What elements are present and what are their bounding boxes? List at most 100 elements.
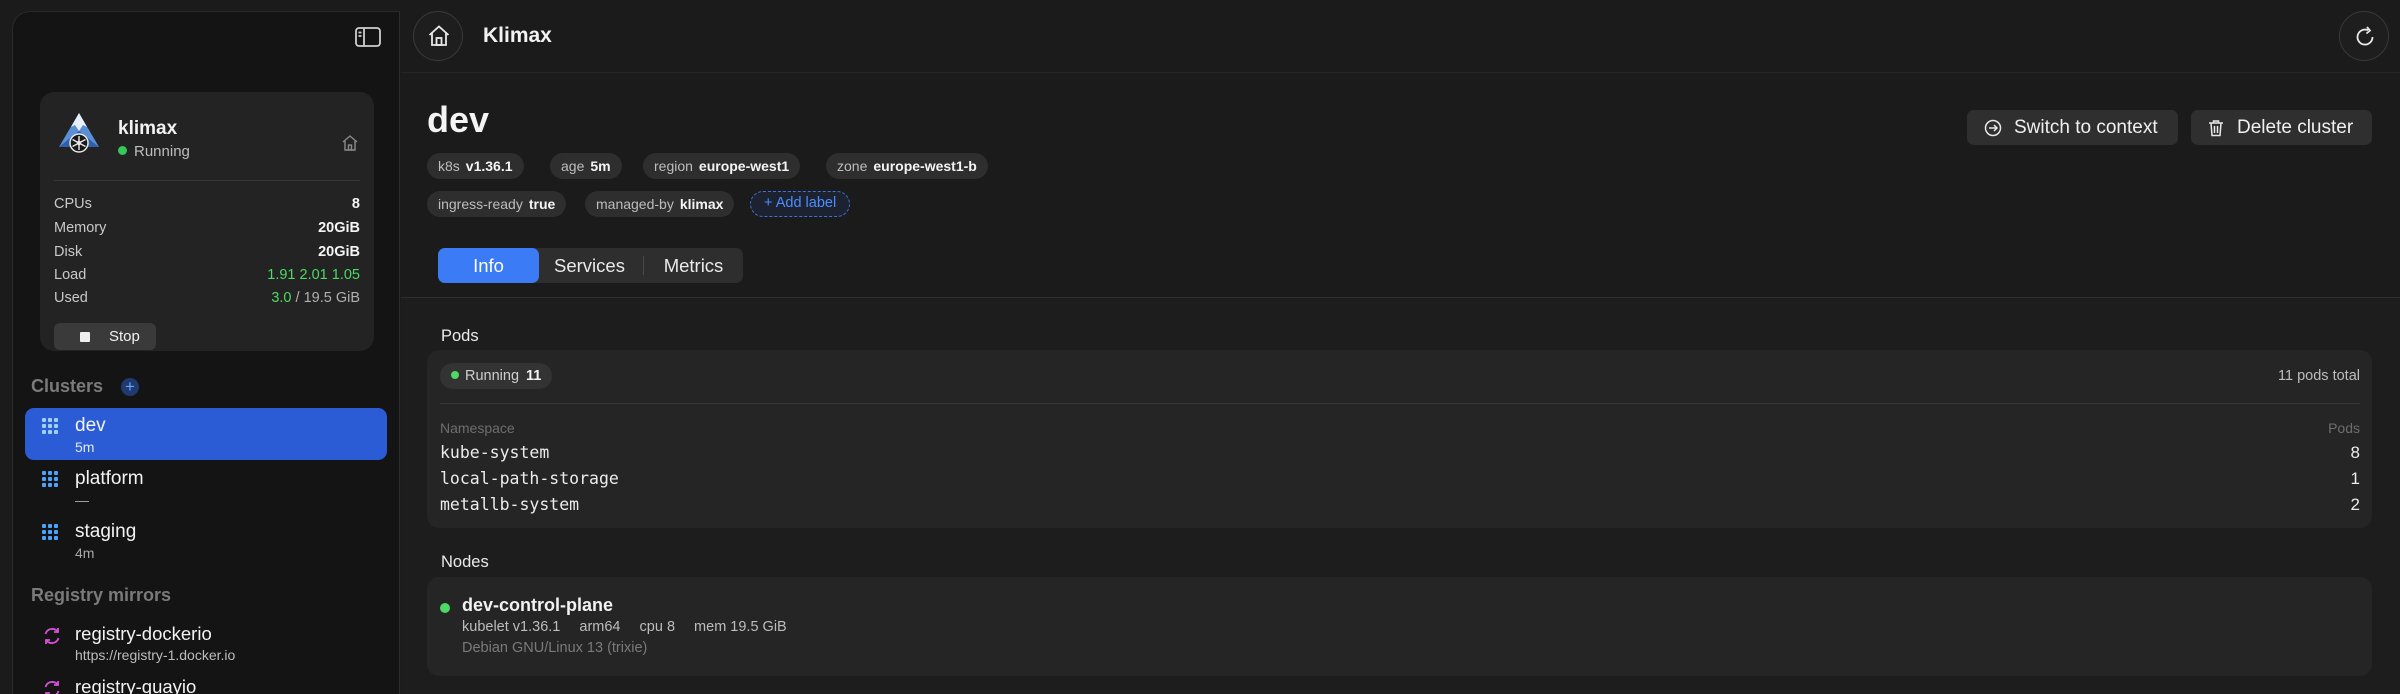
sidebar-cluster-platform[interactable]: platform —	[25, 461, 387, 513]
namespace-name: kube-system	[440, 443, 550, 462]
mirror-name: registry-quayio	[75, 676, 197, 694]
nodes-section-title: Nodes	[441, 553, 489, 571]
running-label: Running	[465, 368, 520, 384]
chip-value: true	[528, 196, 556, 212]
spec-used: Used 3.0 / 19.5 GiB	[54, 290, 360, 310]
switch-context-label: Switch to context	[2014, 117, 2158, 138]
spec-load: Load 1.91 2.01 1.05	[54, 267, 360, 287]
sidebar-cluster-dev[interactable]: dev 5m	[25, 408, 387, 460]
delete-cluster-label: Delete cluster	[2237, 117, 2354, 138]
namespace-name: local-path-storage	[440, 469, 619, 488]
home-icon[interactable]	[341, 134, 359, 152]
label-chip-age: age 5m	[550, 153, 622, 179]
cluster-name: platform	[75, 468, 144, 489]
label-chip-managed-by: managed-by klimax	[585, 191, 735, 217]
chip-key: k8s	[438, 158, 460, 174]
page-title: dev	[427, 99, 490, 140]
cluster-name: dev	[75, 415, 106, 436]
add-label-text: Add label	[775, 195, 837, 211]
spec-label: Disk	[54, 244, 83, 260]
trash-icon	[2209, 120, 2223, 137]
machine-status-label: Running	[134, 143, 190, 160]
spec-label: Memory	[54, 220, 107, 236]
stop-button[interactable]: Stop	[54, 323, 156, 350]
clusters-header: Clusters	[31, 376, 104, 396]
spec-label: Used	[54, 290, 88, 306]
pod-count: 8	[2350, 443, 2360, 462]
pods-column-header: Pods	[2328, 420, 2360, 436]
tab-bar: Info Services Metrics	[438, 248, 743, 283]
spec-value: 8	[351, 196, 360, 212]
label-chip-k8s: k8s v1.36.1	[427, 153, 524, 179]
grid-icon	[42, 524, 58, 540]
mirror-url: https://registry-1.docker.io	[75, 647, 236, 663]
home-button[interactable]	[413, 11, 463, 61]
node-os: Debian GNU/Linux 13 (trixie)	[462, 640, 648, 656]
tab-services[interactable]: Services	[539, 248, 640, 283]
grid-icon	[42, 418, 58, 434]
machine-card: klimax Running CPUs 8 Memory 20GiB Disk …	[40, 92, 374, 351]
spec-disk: Disk 20GiB	[54, 244, 360, 264]
sidebar-cluster-staging[interactable]: staging 4m	[25, 514, 387, 566]
chip-value: 5m	[590, 158, 611, 174]
switch-context-button[interactable]: Switch to context	[1967, 110, 2178, 145]
home-icon	[428, 25, 450, 46]
tab-info[interactable]: Info	[438, 248, 539, 283]
spec-cpus: CPUs 8	[54, 196, 360, 216]
chip-key: ingress-ready	[438, 196, 523, 212]
running-count: 11	[526, 368, 542, 384]
namespace-name: metallb-system	[440, 495, 580, 514]
add-label-button[interactable]: + Add label	[750, 191, 851, 217]
status-dot	[440, 603, 450, 613]
klimax-logo	[57, 111, 101, 157]
pods-section-title: Pods	[441, 327, 479, 345]
add-cluster-button[interactable]: +	[121, 378, 139, 396]
pods-card: Running 11 11 pods total Namespace Pods k…	[427, 350, 2372, 528]
status-dot	[118, 146, 127, 155]
spec-value: 20GiB	[318, 220, 360, 236]
used-amount: 3.0	[271, 290, 292, 306]
cluster-age: 5m	[75, 439, 95, 455]
used-total: / 19.5 GiB	[295, 290, 360, 306]
namespace-column-header: Namespace	[440, 420, 515, 436]
chip-value: europe-west1-b	[873, 158, 977, 174]
tab-metrics[interactable]: Metrics	[644, 248, 743, 283]
spec-value: 1.91 2.01 1.05	[267, 267, 360, 283]
plus-icon: +	[764, 195, 776, 211]
chip-value: v1.36.1	[465, 158, 513, 174]
sidebar-toggle-icon[interactable]	[354, 26, 384, 50]
sidebar-mirror-quayio[interactable]: registry-quayio	[25, 672, 387, 694]
label-chip-region: region europe-west1	[643, 153, 801, 179]
refresh-button[interactable]	[2339, 11, 2389, 61]
pod-count: 2	[2350, 495, 2360, 514]
app-title: Klimax	[483, 24, 552, 47]
sidebar-mirror-dockerio[interactable]: registry-dockerio https://registry-1.doc…	[25, 619, 387, 669]
spec-used-value: 3.0 / 19.5 GiB	[271, 290, 360, 306]
cluster-name: staging	[75, 521, 137, 542]
chip-value: klimax	[679, 196, 724, 212]
label-chip-zone: zone europe-west1-b	[826, 153, 988, 179]
sidebar: klimax Running CPUs 8 Memory 20GiB Disk …	[12, 11, 400, 694]
divider	[54, 180, 360, 181]
registry-mirrors-header: Registry mirrors	[31, 585, 172, 605]
spec-label: CPUs	[54, 196, 92, 212]
node-arch: arm64	[579, 619, 621, 635]
chip-key: zone	[837, 158, 868, 174]
node-kubelet: kubelet v1.36.1	[462, 619, 561, 635]
cluster-age: —	[75, 492, 89, 508]
status-dot	[451, 371, 459, 379]
delete-cluster-button[interactable]: Delete cluster	[2191, 110, 2372, 145]
node-cpu: cpu 8	[639, 619, 676, 635]
divider	[440, 403, 2360, 404]
node-meta: kubelet v1.36.1 arm64 cpu 8 mem 19.5 GiB	[462, 619, 802, 635]
pods-total: 11 pods total	[2278, 368, 2360, 384]
spec-memory: Memory 20GiB	[54, 220, 360, 240]
table-row: metallb-system 2	[440, 495, 2360, 519]
sync-icon	[44, 628, 60, 644]
node-name: dev-control-plane	[462, 595, 614, 615]
spec-value: 20GiB	[318, 244, 360, 260]
table-row: kube-system 8	[440, 443, 2360, 467]
machine-status: Running	[118, 143, 190, 160]
sync-icon	[44, 681, 60, 694]
node-mem: mem 19.5 GiB	[694, 619, 787, 635]
